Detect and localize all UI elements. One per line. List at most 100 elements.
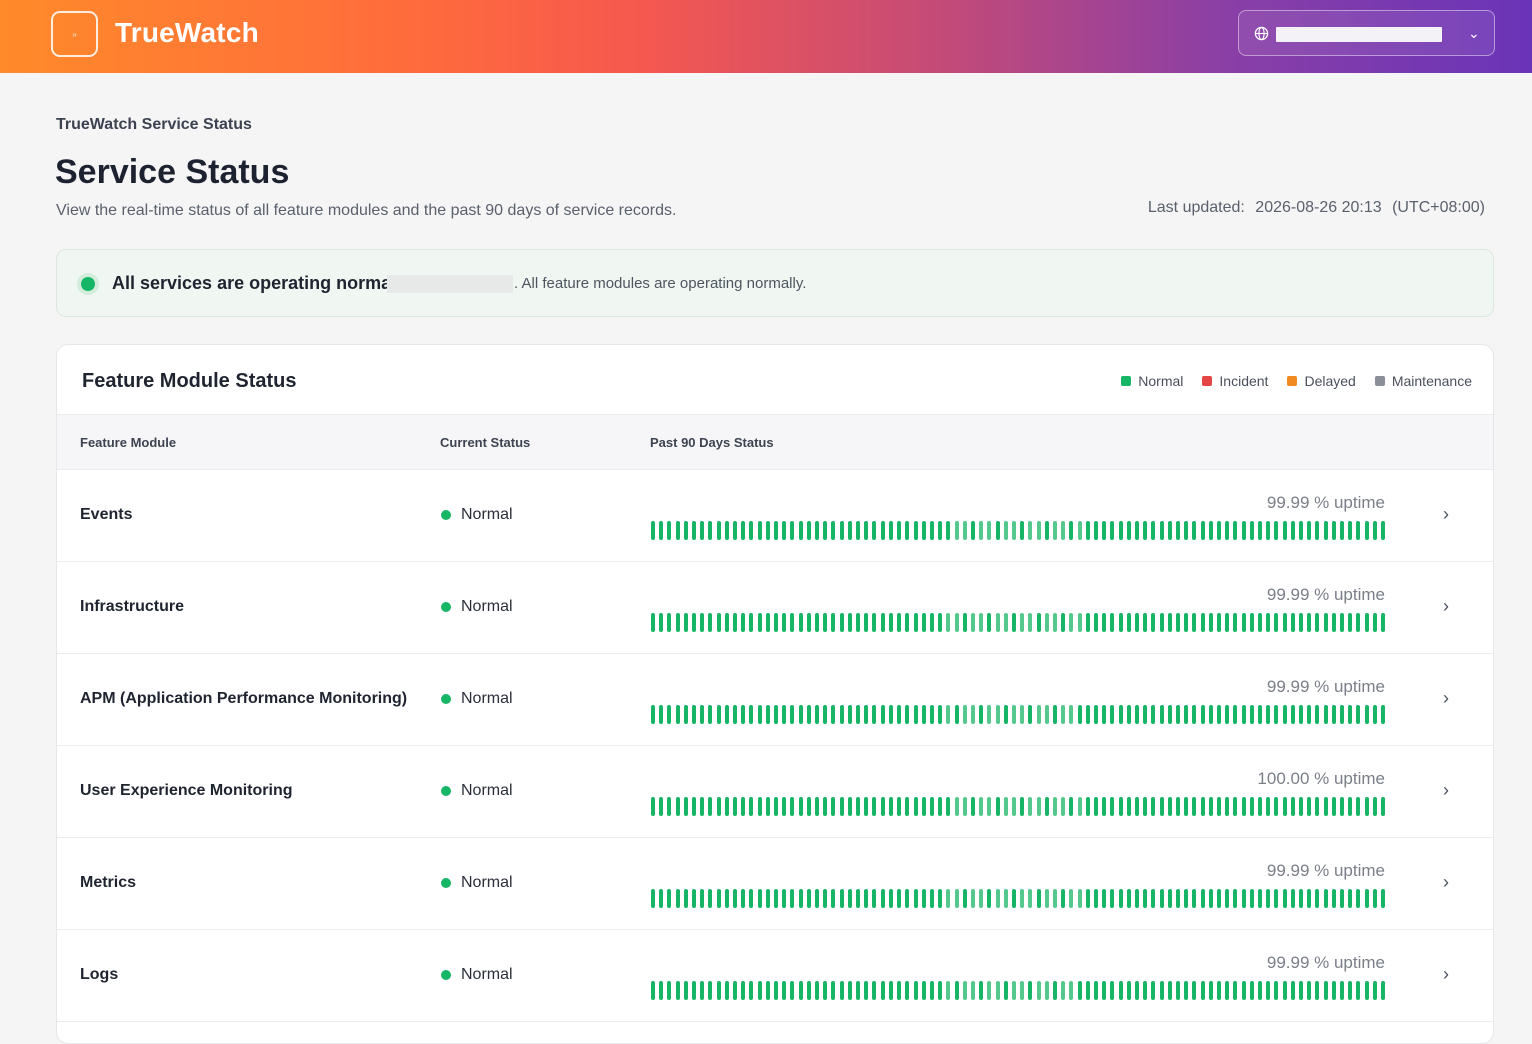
day-bar[interactable] [733,981,738,1000]
day-bar[interactable] [929,889,934,908]
day-bar[interactable] [716,981,721,1000]
day-bar[interactable] [651,613,655,632]
day-bar[interactable] [1348,705,1353,724]
day-bar[interactable] [1143,521,1148,540]
day-bar[interactable] [815,797,820,816]
day-bar[interactable] [1233,521,1238,540]
day-bar[interactable] [1102,797,1107,816]
day-bar[interactable] [872,521,877,540]
day-bar[interactable] [1266,521,1271,540]
day-bar[interactable] [929,521,934,540]
day-bar[interactable] [1069,521,1074,540]
day-bar[interactable] [995,981,1000,1000]
day-bar[interactable] [741,613,746,632]
day-bar[interactable] [962,981,967,1000]
day-bar[interactable] [1184,889,1189,908]
day-bar[interactable] [847,797,852,816]
day-bar[interactable] [741,889,746,908]
day-bar[interactable] [683,797,688,816]
day-bar[interactable] [1315,705,1320,724]
day-bar[interactable] [913,981,918,1000]
day-bar[interactable] [667,613,672,632]
day-bar[interactable] [675,705,680,724]
day-bar[interactable] [1241,889,1246,908]
day-bar[interactable] [962,889,967,908]
day-bar[interactable] [774,705,779,724]
day-bar[interactable] [659,889,664,908]
day-bar[interactable] [749,705,754,724]
day-bar[interactable] [831,521,836,540]
day-bar[interactable] [1167,981,1172,1000]
day-bar[interactable] [905,521,910,540]
day-bar[interactable] [1151,521,1156,540]
day-bar[interactable] [1307,613,1312,632]
day-bar[interactable] [1077,521,1082,540]
day-bar[interactable] [815,613,820,632]
day-bar[interactable] [1200,705,1205,724]
day-bar[interactable] [1233,889,1238,908]
day-bar[interactable] [1372,889,1377,908]
day-bar[interactable] [880,797,885,816]
day-bar[interactable] [782,613,787,632]
day-bar[interactable] [856,797,861,816]
day-bar[interactable] [1003,889,1008,908]
day-bar[interactable] [872,613,877,632]
day-bar[interactable] [1052,521,1057,540]
day-bar[interactable] [954,705,959,724]
day-bar[interactable] [790,613,795,632]
day-bar[interactable] [1028,889,1033,908]
day-bar[interactable] [774,981,779,1000]
day-bar[interactable] [1331,981,1336,1000]
language-selector[interactable]: ⌄ [1238,10,1495,56]
day-bar[interactable] [888,889,893,908]
day-bar[interactable] [831,705,836,724]
day-bar[interactable] [724,981,729,1000]
day-bar[interactable] [1093,705,1098,724]
day-bar[interactable] [1315,889,1320,908]
day-bar[interactable] [1290,521,1295,540]
day-bar[interactable] [1159,705,1164,724]
day-bar[interactable] [1372,521,1377,540]
day-bar[interactable] [1028,981,1033,1000]
day-bar[interactable] [675,521,680,540]
day-bar[interactable] [1184,613,1189,632]
day-bar[interactable] [938,889,943,908]
day-bar[interactable] [954,613,959,632]
chevron-right-icon[interactable]: › [1443,504,1449,525]
day-bar[interactable] [1307,797,1312,816]
day-bar[interactable] [1110,889,1115,908]
day-bar[interactable] [675,981,680,1000]
day-bar[interactable] [815,889,820,908]
day-bar[interactable] [1011,613,1016,632]
day-bar[interactable] [1151,889,1156,908]
day-bar[interactable] [1159,889,1164,908]
day-bar[interactable] [987,705,992,724]
day-bar[interactable] [938,521,943,540]
day-bar[interactable] [979,797,984,816]
day-bar[interactable] [765,797,770,816]
day-bar[interactable] [921,889,926,908]
day-bar[interactable] [847,521,852,540]
day-bar[interactable] [1340,521,1345,540]
day-bar[interactable] [856,521,861,540]
day-bar[interactable] [798,521,803,540]
day-bar[interactable] [1028,521,1033,540]
day-bar[interactable] [888,521,893,540]
day-bar[interactable] [1093,521,1098,540]
day-bar[interactable] [913,705,918,724]
day-bar[interactable] [905,981,910,1000]
day-bar[interactable] [1134,613,1139,632]
day-bar[interactable] [970,981,975,1000]
day-bar[interactable] [864,521,869,540]
day-bar[interactable] [1381,889,1386,908]
day-bar[interactable] [987,521,992,540]
day-bar[interactable] [1274,797,1279,816]
day-bar[interactable] [716,613,721,632]
day-bar[interactable] [1208,797,1213,816]
day-bar[interactable] [929,981,934,1000]
day-bar[interactable] [757,889,762,908]
day-bar[interactable] [938,981,943,1000]
day-bar[interactable] [946,797,951,816]
day-bar[interactable] [897,521,902,540]
day-bar[interactable] [716,889,721,908]
